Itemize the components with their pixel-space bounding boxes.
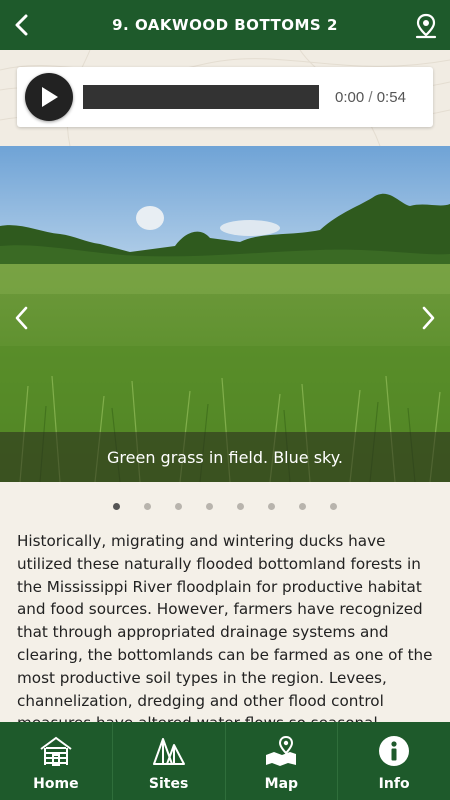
pagination-dot[interactable] [144, 503, 151, 510]
time-separator: / [368, 89, 373, 106]
tab-home-label: Home [33, 776, 79, 792]
map-icon [266, 735, 297, 766]
duration: 0:54 [376, 89, 406, 106]
tent-icon [152, 738, 185, 765]
pagination-dot[interactable] [268, 503, 275, 510]
back-button[interactable] [10, 12, 32, 38]
pagination-dot[interactable] [206, 503, 213, 510]
audio-time-readout: 0:00 / 0:54 [335, 89, 406, 106]
play-icon [42, 87, 58, 107]
tab-map[interactable]: Map [226, 722, 339, 800]
pagination-dot[interactable] [175, 503, 182, 510]
tab-info-label: Info [378, 776, 410, 792]
chevron-right-icon [422, 306, 435, 330]
tab-info[interactable]: Info [338, 722, 450, 800]
tab-map-label: Map [264, 776, 299, 792]
image-caption-bar: Green grass in field. Blue sky. [0, 432, 450, 482]
image-caption: Green grass in field. Blue sky. [107, 447, 343, 467]
next-image-button[interactable] [414, 300, 444, 336]
pagination-dot[interactable] [237, 503, 244, 510]
page-title: 9. OAKWOOD BOTTOMS 2 [112, 16, 338, 34]
location-button[interactable] [414, 12, 438, 40]
cabin-icon [40, 736, 72, 766]
tab-home[interactable]: Home [0, 722, 113, 800]
bottom-tab-bar: Home Sites Map Info [0, 722, 450, 800]
chevron-left-icon [15, 306, 28, 330]
tab-sites-label: Sites [148, 776, 189, 792]
chevron-left-icon [15, 14, 28, 36]
audio-progress-bar[interactable] [83, 85, 319, 109]
gallery-pagination [0, 503, 450, 515]
map-pin-icon [415, 13, 437, 39]
audio-player: 0:00 / 0:54 [17, 67, 433, 127]
site-description: Historically, migrating and wintering du… [17, 532, 433, 722]
pagination-dot[interactable] [330, 503, 337, 510]
play-button[interactable] [25, 73, 73, 121]
top-app-bar: 9. OAKWOOD BOTTOMS 2 [0, 0, 450, 50]
current-time: 0:00 [335, 89, 365, 106]
pagination-dot[interactable] [299, 503, 306, 510]
tab-sites[interactable]: Sites [113, 722, 226, 800]
previous-image-button[interactable] [6, 300, 36, 336]
info-icon [379, 736, 410, 766]
pagination-dot[interactable] [113, 503, 120, 510]
